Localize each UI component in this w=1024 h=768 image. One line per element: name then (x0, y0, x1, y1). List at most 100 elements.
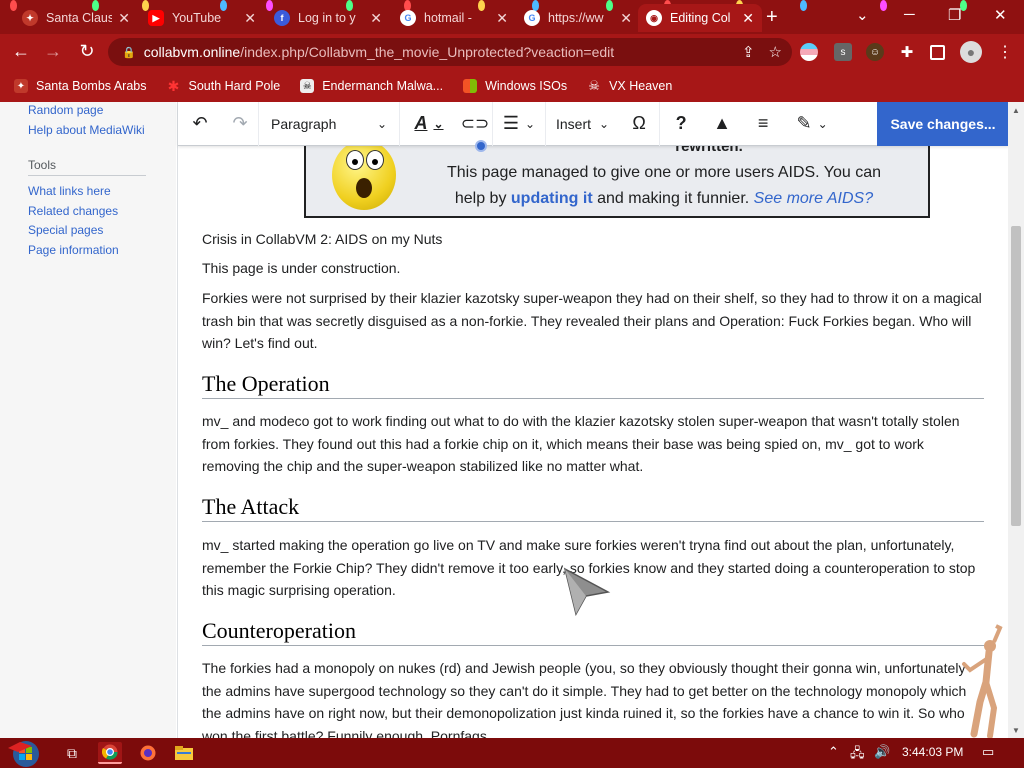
maximize-button[interactable]: ❐ (948, 6, 961, 24)
sidebar-link-special-pages[interactable]: Special pages (28, 221, 176, 241)
windows-taskbar: ⧉ ⌃ 🖧 🔊 3:44:03 PM ▭ (0, 738, 1024, 768)
sidebar-link-what-links-here[interactable]: What links here (28, 182, 176, 202)
page-scrollbar[interactable]: ▲ ▼ (1008, 102, 1024, 738)
edit-mode-pencil-icon[interactable]: ✎ ⌄ (784, 102, 840, 146)
reload-button[interactable]: ↻ (76, 41, 98, 62)
bookmark-windows-isos[interactable]: Windows ISOs (463, 79, 567, 93)
scroll-down-arrow-icon[interactable]: ▼ (1012, 726, 1020, 735)
sidebar-tools-heading: Tools (28, 158, 146, 176)
tab-youtube[interactable]: ▶ YouTube ✕ (140, 4, 264, 32)
bookmark-star-icon[interactable]: ☆ (769, 43, 782, 61)
bookmark-label: South Hard Pole (188, 79, 281, 93)
aids-notice-box: rewritten. This page managed to give one… (304, 138, 930, 218)
bookmarks-bar: ✦ Santa Bombs Arabs ✱ South Hard Pole ☠ … (0, 70, 1024, 102)
bookmark-label: Windows ISOs (485, 79, 568, 93)
operation-paragraph: mv_ and modeco got to work finding out w… (202, 413, 960, 474)
special-character-icon[interactable]: Ω (619, 102, 659, 146)
lock-icon[interactable]: 🔒 (122, 46, 136, 59)
notice-line-2: This page managed to give one or more us… (446, 164, 882, 181)
youtube-icon: ▶ (148, 10, 164, 26)
construction-note: This page is under construction. (202, 260, 401, 276)
tray-overflow-chevron-icon[interactable]: ⌃ (828, 744, 839, 760)
list-icon[interactable]: ☰ ⌄ (493, 102, 545, 146)
format-dropdown[interactable]: Paragraph ⌄ (259, 102, 399, 146)
scroll-up-arrow-icon[interactable]: ▲ (1012, 106, 1020, 115)
windows-icon (463, 79, 478, 93)
minimize-button[interactable]: ─ (904, 6, 915, 23)
forward-button[interactable]: → (42, 41, 64, 62)
volume-icon[interactable]: 🔊 (874, 744, 890, 760)
insert-label: Insert (556, 115, 592, 132)
tab-hotmail[interactable]: G hotmail - ✕ (392, 4, 516, 32)
firefox-icon: f (274, 10, 290, 26)
close-tab-icon[interactable]: ✕ (244, 10, 256, 27)
start-button[interactable] (6, 738, 42, 768)
address-bar[interactable]: 🔒 collabvm.online/index.php/Collabvm_the… (108, 38, 792, 66)
flag-extension-icon[interactable] (800, 43, 818, 61)
save-changes-button[interactable]: Save changes... (877, 102, 1008, 146)
back-button[interactable]: ← (10, 41, 32, 62)
sidepanel-icon[interactable] (930, 45, 945, 60)
link-icon[interactable]: ⊂⊃ (458, 102, 492, 146)
url-path: /index.php/Collabvm_the_movie_Unprotecte… (240, 44, 615, 60)
tab-title: Log in to y (298, 11, 356, 25)
tab-editing-collabvm[interactable]: ◉ Editing Col ✕ (638, 4, 762, 32)
heading-counteroperation: Counteroperation (202, 619, 984, 646)
tab-https[interactable]: G https://ww ✕ (516, 4, 640, 32)
help-icon[interactable]: ? (660, 102, 702, 146)
tab-search-icon[interactable]: ⌄ (856, 6, 869, 24)
close-tab-icon[interactable]: ✕ (118, 10, 130, 27)
tab-santa-claus[interactable]: ✦ Santa Claus ✕ (14, 4, 138, 32)
bookmark-south-hard-pole[interactable]: ✱ South Hard Pole (166, 78, 281, 94)
redo-icon[interactable]: ↷ (222, 102, 258, 146)
google-icon: G (524, 10, 540, 26)
taskbar-clock[interactable]: 3:44:03 PM (902, 745, 963, 759)
updating-it-link[interactable]: updating it (511, 190, 593, 207)
article-subtitle: Crisis in CollabVM 2: AIDS on my Nuts (202, 231, 443, 247)
editor-content: ↶ ↷ Paragraph ⌄ A ⌄ ⊂⊃ ☰ ⌄ Insert ⌄ Ω ? … (177, 102, 1008, 738)
close-tab-icon[interactable]: ✕ (620, 10, 632, 27)
new-tab-button[interactable]: + (766, 6, 778, 29)
text-cursor-handle[interactable] (475, 140, 487, 152)
close-tab-icon[interactable]: ✕ (742, 10, 754, 27)
sidebar-link-related-changes[interactable]: Related changes (28, 202, 176, 222)
bookmark-label: Santa Bombs Arabs (36, 79, 147, 93)
sidebar-link-help[interactable]: Help about MediaWiki (28, 121, 176, 141)
undo-icon[interactable]: ↶ (178, 102, 222, 146)
close-window-button[interactable]: ✕ (994, 6, 1007, 24)
notifications-icon[interactable]: ▭ (982, 744, 994, 760)
google-icon: G (400, 10, 416, 26)
large-mouse-pointer-icon (563, 567, 611, 616)
notices-warning-icon[interactable]: ▲ (702, 102, 742, 146)
insert-dropdown[interactable]: Insert ⌄ (546, 102, 619, 146)
bookmark-santa-bombs-arabs[interactable]: ✦ Santa Bombs Arabs (14, 79, 146, 93)
close-tab-icon[interactable]: ✕ (496, 10, 508, 27)
text-style-icon[interactable]: A ⌄ (400, 102, 458, 146)
puzzle-extensions-icon[interactable]: ✚ (898, 43, 916, 61)
chrome-taskbar-icon[interactable] (98, 742, 122, 764)
tab-strip: ✦ Santa Claus ✕ ▶ YouTube ✕ f Log in to … (0, 0, 1024, 34)
see-more-aids-link[interactable]: See more AIDS? (754, 190, 873, 207)
file-explorer-taskbar-icon[interactable] (172, 742, 196, 764)
santa-icon: ✦ (22, 10, 38, 26)
sidebar-link-page-information[interactable]: Page information (28, 241, 176, 261)
share-icon[interactable]: ⇪ (742, 43, 755, 61)
tab-title: YouTube (172, 11, 222, 25)
task-view-icon[interactable]: ⧉ (60, 742, 84, 764)
bookmark-endermanch-malware[interactable]: ☠ Endermanch Malwa... (300, 79, 443, 93)
menu-kebab-icon[interactable]: ⋮ (996, 43, 1014, 61)
chevron-down-icon: ⌄ (599, 116, 610, 131)
page-options-menu-icon[interactable]: ≡ (742, 102, 784, 146)
s-extension-icon[interactable]: s (834, 43, 852, 61)
close-tab-icon[interactable]: ✕ (370, 10, 382, 27)
avatar-extension-icon[interactable]: ☺ (866, 43, 884, 61)
tab-log-in[interactable]: f Log in to y ✕ (266, 4, 390, 32)
profile-avatar[interactable]: ● (960, 41, 982, 63)
bookmark-vx-heaven[interactable]: ☠ VX Heaven (587, 78, 672, 93)
sidebar-link-random-page[interactable]: Random page (28, 102, 176, 121)
dancing-figure-image (962, 624, 1003, 738)
firefox-taskbar-icon[interactable] (136, 742, 160, 764)
scrollbar-thumb[interactable] (1011, 226, 1021, 526)
network-icon[interactable]: 🖧 (850, 744, 865, 766)
tab-title: Santa Claus (46, 11, 113, 25)
